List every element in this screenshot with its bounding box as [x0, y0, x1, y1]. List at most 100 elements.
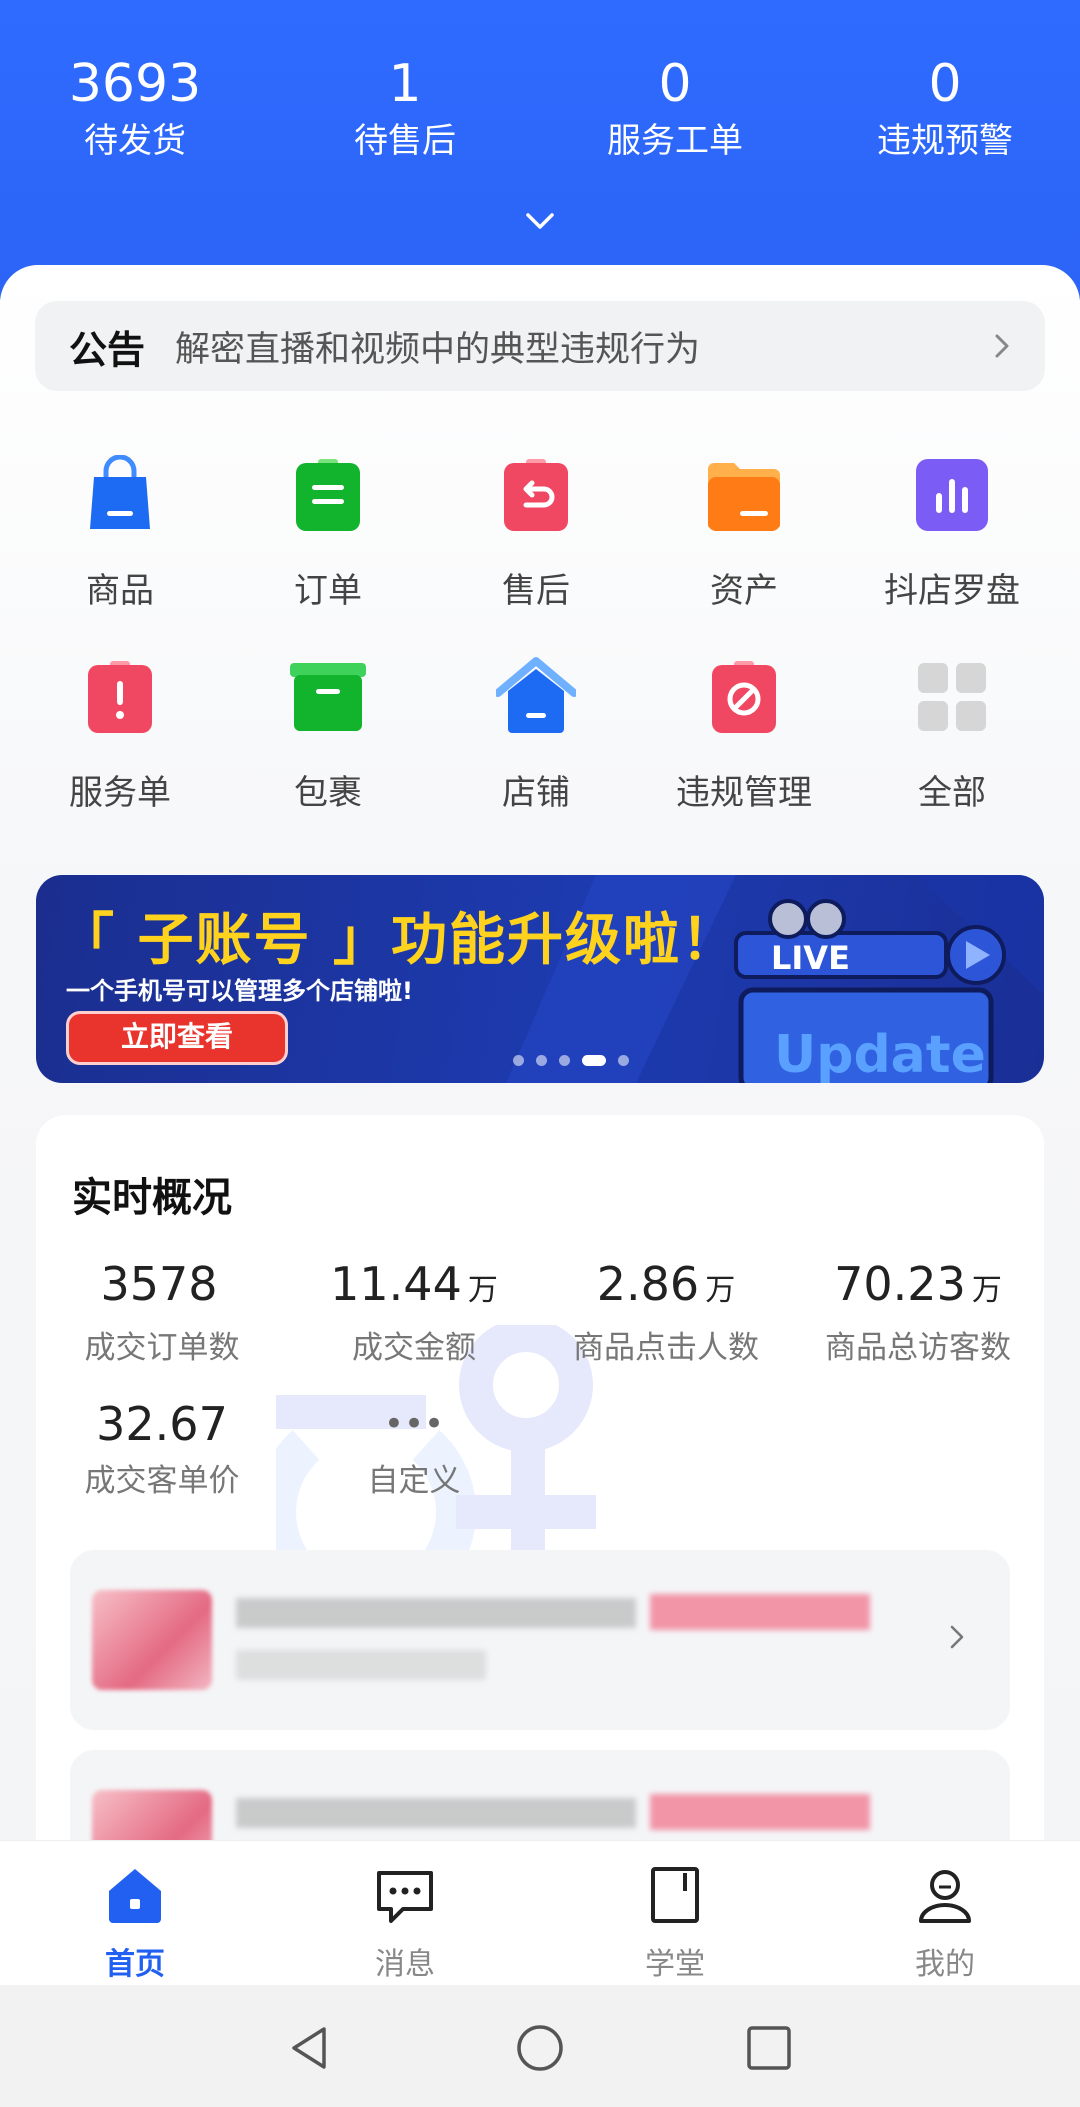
stat-service-tickets[interactable]: 0 服务工单	[540, 52, 810, 164]
system-navigation-bar	[0, 1985, 1080, 2107]
grid-item-label: 订单	[294, 571, 362, 611]
tab-label: 消息	[375, 1947, 435, 1982]
metric-value-line: 2.86 万	[540, 1255, 792, 1320]
grid-item-service-orders[interactable]: 服务单	[16, 657, 224, 859]
grid-item-label: 商品	[86, 571, 154, 611]
alert-icon	[88, 661, 152, 733]
metric-orders[interactable]: 3578 成交订单数	[36, 1255, 288, 1395]
metric-gmv[interactable]: 11.44 万 成交金额	[288, 1255, 540, 1395]
stats-row: 3693 待发货 1 待售后 0 服务工单 0 违规预警	[0, 52, 1080, 164]
blurred-text	[650, 1594, 870, 1630]
grid-item-products[interactable]: 商品	[16, 454, 224, 657]
grid-item-packages[interactable]: 包裹	[224, 657, 432, 859]
metric-product-clicks[interactable]: 2.86 万 商品点击人数	[540, 1255, 792, 1395]
list-item[interactable]	[70, 1550, 1010, 1730]
metric-avg-order-value[interactable]: 32.67 成交客单价	[36, 1395, 288, 1535]
blurred-text	[236, 1598, 636, 1628]
all-apps-icon	[918, 663, 986, 731]
shopping-bag-icon	[90, 454, 150, 529]
banner-update-label: Update	[774, 1025, 986, 1083]
banner-title: 「 子账号 」功能升级啦！	[58, 908, 739, 973]
main-sheet: 公告 解密直播和视频中的典型违规行为 商品 订单 售后 资产 抖店罗盘 服务单 …	[0, 265, 1080, 1930]
metric-value: 3578	[100, 1257, 218, 1311]
blurred-text	[236, 1798, 636, 1828]
metric-value: 2.86	[596, 1257, 700, 1311]
pagination-dot	[618, 1055, 629, 1066]
back-icon[interactable]	[284, 2023, 334, 2073]
metrics-grid: 3578 成交订单数 11.44 万 成交金额 2.86 万 商品点击人数 70.2…	[36, 1255, 1044, 1535]
metric-unit: 万	[467, 1273, 498, 1308]
pagination-dot	[559, 1055, 570, 1066]
realtime-overview-card: 实时概况 3578 成交订单数 11.44 万 成交金额 2.86 万 商品点击人数…	[36, 1115, 1044, 1930]
announcement-text: 解密直播和视频中的典型违规行为	[175, 329, 701, 370]
tab-messages[interactable]: 消息	[270, 1841, 540, 1985]
blurred-thumbnail	[92, 1590, 212, 1690]
store-icon	[494, 657, 578, 733]
tab-home[interactable]: 首页	[0, 1841, 270, 1985]
tab-label: 首页	[105, 1947, 165, 1982]
promo-banner[interactable]: 「 子账号 」功能升级啦！ 一个手机号可以管理多个店铺啦! 立即查看 LIVE …	[36, 875, 1044, 1083]
grid-item-label: 包裹	[294, 773, 362, 813]
grid-item-label: 违规管理	[676, 773, 812, 813]
grid-item-orders[interactable]: 订单	[224, 455, 432, 657]
chevron-down-icon[interactable]	[524, 205, 556, 237]
metric-label: 商品总访客数	[825, 1330, 1011, 1366]
return-icon	[504, 459, 568, 531]
metric-customize[interactable]: ••• 自定义	[288, 1395, 540, 1535]
metric-label: 成交客单价	[84, 1463, 240, 1499]
banner-view-button[interactable]: 立即查看	[66, 1011, 288, 1065]
pagination-dot-active	[582, 1055, 606, 1066]
grid-item-label: 服务单	[69, 773, 171, 813]
user-icon	[919, 1870, 971, 1923]
pagination-dot	[536, 1055, 547, 1066]
metric-visitors[interactable]: 70.23 万 商品总访客数	[792, 1255, 1044, 1395]
announcement-bar[interactable]: 公告 解密直播和视频中的典型违规行为	[35, 301, 1045, 391]
stat-pending-aftersale[interactable]: 1 待售后	[270, 52, 540, 164]
section-title: 实时概况	[72, 1175, 232, 1221]
more-dots-icon: •••	[383, 1404, 445, 1444]
grid-item-aftersale[interactable]: 售后	[432, 455, 640, 657]
stat-violation-warning[interactable]: 0 违规预警	[810, 52, 1080, 164]
wallet-icon	[708, 463, 780, 531]
stat-value: 0	[658, 54, 692, 114]
banner-pagination	[513, 1055, 629, 1066]
metric-label: 商品点击人数	[573, 1330, 759, 1366]
grid-item-violations[interactable]: 违规管理	[640, 657, 848, 859]
stat-label: 服务工单	[607, 121, 743, 161]
message-icon	[377, 1871, 433, 1923]
chevron-right-icon	[995, 334, 1009, 358]
grid-item-label: 店铺	[502, 773, 570, 813]
grid-item-assets[interactable]: 资产	[640, 455, 848, 657]
grid-item-label: 抖店罗盘	[884, 571, 1020, 611]
metric-value: 70.23	[834, 1257, 966, 1311]
forbidden-icon	[712, 661, 776, 733]
metric-unit: 万	[971, 1273, 1002, 1308]
recent-apps-icon[interactable]	[744, 2023, 794, 2073]
home-circle-icon[interactable]	[515, 2023, 565, 2073]
grid-item-store[interactable]: 店铺	[432, 657, 640, 859]
grid-item-all[interactable]: 全部	[848, 657, 1056, 859]
stat-value: 1	[388, 54, 422, 114]
tab-profile[interactable]: 我的	[810, 1841, 1080, 1985]
grid-item-label: 全部	[918, 773, 986, 813]
metric-label: 成交订单数	[84, 1330, 240, 1366]
stat-pending-shipment[interactable]: 3693 待发货	[0, 52, 270, 164]
stat-label: 待发货	[84, 121, 186, 161]
metric-label: 成交金额	[352, 1330, 476, 1366]
order-icon	[296, 459, 360, 531]
banner-live-label: LIVE	[771, 939, 850, 977]
grid-item-label: 资产	[710, 571, 778, 611]
metric-label: 自定义	[367, 1463, 461, 1499]
stat-label: 待售后	[354, 121, 456, 161]
pagination-dot	[513, 1055, 524, 1066]
metric-value: 11.44	[330, 1257, 462, 1311]
grid-item-label: 售后	[502, 571, 570, 611]
metric-unit: 万	[705, 1273, 736, 1308]
metric-value: 32.67	[96, 1397, 228, 1451]
metric-value-line: 11.44 万	[288, 1255, 540, 1320]
blurred-text	[236, 1650, 486, 1680]
grid-item-compass[interactable]: 抖店罗盘	[848, 455, 1056, 657]
package-icon	[290, 663, 366, 731]
tab-academy[interactable]: 学堂	[540, 1841, 810, 1985]
announcement-tag: 公告	[69, 327, 146, 372]
